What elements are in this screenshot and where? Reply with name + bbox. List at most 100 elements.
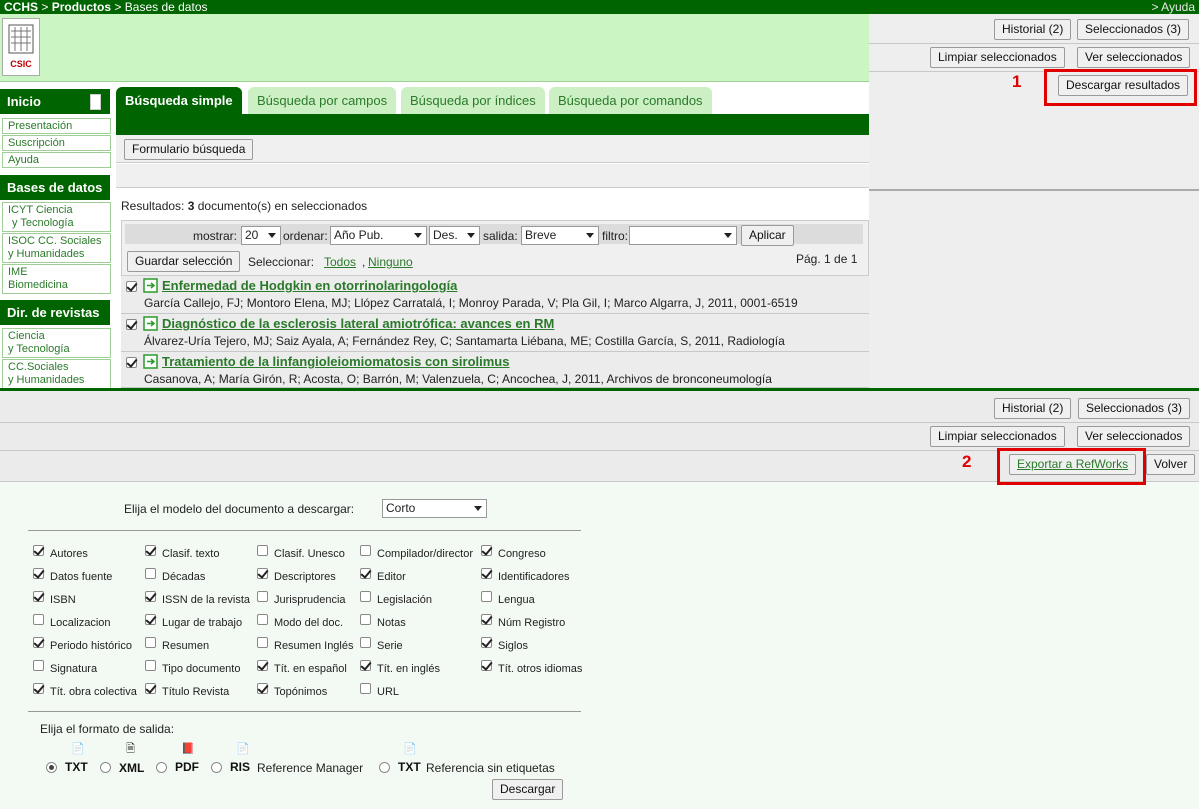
field-checkbox[interactable] (145, 683, 156, 694)
field-checkbox[interactable] (33, 545, 44, 556)
field-checkbox[interactable] (257, 545, 268, 556)
aplicar-button[interactable]: Aplicar (741, 225, 794, 246)
ver-seleccionados-button[interactable]: Ver seleccionados (1077, 47, 1191, 68)
text-doc-icon: 📄 (71, 743, 85, 755)
field-checkbox[interactable] (360, 614, 371, 625)
ver-seleccionados-button-2[interactable]: Ver seleccionados (1077, 426, 1191, 447)
phone-icon (90, 94, 101, 110)
format-pdf-label: PDF (175, 760, 199, 774)
field-checkbox[interactable] (360, 545, 371, 556)
result-checkbox[interactable] (126, 357, 137, 368)
document-title-link[interactable]: Tratamiento de la linfangioleiomiomatosi… (162, 354, 509, 369)
filtro-select[interactable] (629, 226, 737, 245)
marker-1: 1 (1012, 72, 1022, 91)
limpiar-seleccionados-button-2[interactable]: Limpiar seleccionados (930, 426, 1065, 447)
document-authors: Álvarez-Uría Tejero, MJ; Saiz Ayala, A; … (144, 334, 785, 348)
field-checkbox[interactable] (33, 683, 44, 694)
breadcrumb-products[interactable]: Productos (52, 0, 111, 14)
field-checkbox[interactable] (360, 660, 371, 671)
field-checkbox[interactable] (257, 568, 268, 579)
field-checkbox[interactable] (360, 568, 371, 579)
sidebar-item-icyt[interactable]: ICYT Ciencia y Tecnología (2, 202, 111, 232)
descargar-button[interactable]: Descargar (492, 779, 564, 800)
format-radio-pdf[interactable] (156, 762, 167, 773)
result-checkbox[interactable] (126, 281, 137, 292)
volver-button[interactable]: Volver (1146, 454, 1196, 475)
chevron-down-icon (724, 233, 732, 238)
salida-select[interactable]: Breve (521, 226, 599, 245)
open-document-icon[interactable] (143, 278, 158, 293)
format-radio-ris[interactable] (211, 762, 222, 773)
open-document-icon[interactable] (143, 354, 158, 369)
historial-button-2[interactable]: Historial (2) (994, 398, 1072, 419)
field-checkbox[interactable] (33, 614, 44, 625)
field-checkbox[interactable] (145, 568, 156, 579)
historial-button[interactable]: Historial (2) (994, 19, 1072, 40)
field-checkbox[interactable] (33, 591, 44, 602)
field-checkbox[interactable] (145, 637, 156, 648)
model-select[interactable]: Corto (382, 499, 487, 518)
field-label: Legislación (377, 594, 433, 606)
field-checkbox[interactable] (481, 591, 492, 602)
format-radio-txt-plain[interactable] (379, 762, 390, 773)
field-checkbox[interactable] (145, 591, 156, 602)
results-summary: Resultados: 3 documento(s) en selecciona… (121, 199, 367, 213)
formulario-busqueda-button[interactable]: Formulario búsqueda (124, 139, 254, 160)
field-checkbox[interactable] (481, 545, 492, 556)
seleccionados-button-2[interactable]: Seleccionados (3) (1078, 398, 1191, 419)
sidebar-item-ccsociales[interactable]: CC.Sociales y Humanidades (2, 359, 111, 389)
field-checkbox[interactable] (145, 614, 156, 625)
field-checkbox[interactable] (481, 660, 492, 671)
field-checkbox[interactable] (481, 637, 492, 648)
tab-busqueda-indices[interactable]: Búsqueda por índices (401, 87, 545, 114)
field-checkbox[interactable] (481, 614, 492, 625)
limpiar-seleccionados-button[interactable]: Limpiar seleccionados (930, 47, 1065, 68)
field-checkbox[interactable] (257, 614, 268, 625)
sidebar-item-ayuda[interactable]: Ayuda (2, 152, 111, 168)
format-radio-txt[interactable] (46, 762, 57, 773)
sidebar-heading-revistas[interactable]: Dir. de revistas (0, 300, 110, 325)
field-label: Tipo documento (162, 663, 241, 675)
tab-busqueda-simple[interactable]: Búsqueda simple (116, 87, 242, 114)
header-banner (0, 14, 869, 82)
field-checkbox[interactable] (360, 683, 371, 694)
breadcrumb-home[interactable]: CCHS (4, 0, 38, 14)
field-checkbox[interactable] (257, 660, 268, 671)
result-checkbox[interactable] (126, 319, 137, 330)
field-checkbox[interactable] (145, 660, 156, 671)
field-checkbox[interactable] (33, 568, 44, 579)
field-checkbox[interactable] (33, 637, 44, 648)
document-title-link[interactable]: Enfermedad de Hodgkin en otorrinolaringo… (162, 278, 457, 293)
document-title-link[interactable]: Diagnóstico de la esclerosis lateral ami… (162, 316, 554, 331)
sidebar-item-ciencia[interactable]: Ciencia y Tecnología (2, 328, 111, 358)
field-label: Siglos (498, 640, 528, 652)
sidebar-item-presentacion[interactable]: Presentación (2, 118, 111, 134)
field-checkbox[interactable] (360, 591, 371, 602)
tab-busqueda-comandos[interactable]: Búsqueda por comandos (549, 87, 712, 114)
field-checkbox[interactable] (257, 637, 268, 648)
select-all-link[interactable]: Todos (324, 255, 356, 269)
sidebar-item-ime[interactable]: IME Biomedicina (2, 264, 111, 294)
mostrar-label: mostrar: (193, 229, 238, 243)
mostrar-select[interactable]: 20 (241, 226, 281, 245)
field-checkbox[interactable] (145, 545, 156, 556)
help-link[interactable]: > Ayuda (1152, 0, 1196, 14)
field-checkbox[interactable] (33, 660, 44, 671)
field-label: Notas (377, 617, 406, 629)
sidebar-item-isoc[interactable]: ISOC CC. Sociales y Humanidades (2, 233, 111, 263)
order-direction-select[interactable]: Des. (429, 226, 480, 245)
format-radio-xml[interactable] (100, 762, 111, 773)
field-checkbox[interactable] (257, 683, 268, 694)
field-checkbox[interactable] (360, 637, 371, 648)
open-document-icon[interactable] (143, 316, 158, 331)
select-none-link[interactable]: Ninguno (368, 255, 413, 269)
tab-busqueda-campos[interactable]: Búsqueda por campos (248, 87, 397, 114)
seleccionados-button[interactable]: Seleccionados (3) (1077, 19, 1190, 40)
sidebar-item-suscripcion[interactable]: Suscripción (2, 135, 111, 151)
guardar-seleccion-button[interactable]: Guardar selección (127, 251, 241, 272)
field-checkbox[interactable] (481, 568, 492, 579)
ordenar-select[interactable]: Año Pub. (330, 226, 427, 245)
sidebar-heading-inicio[interactable]: Inicio (0, 89, 110, 114)
sidebar-heading-bases[interactable]: Bases de datos (0, 175, 110, 200)
field-checkbox[interactable] (257, 591, 268, 602)
